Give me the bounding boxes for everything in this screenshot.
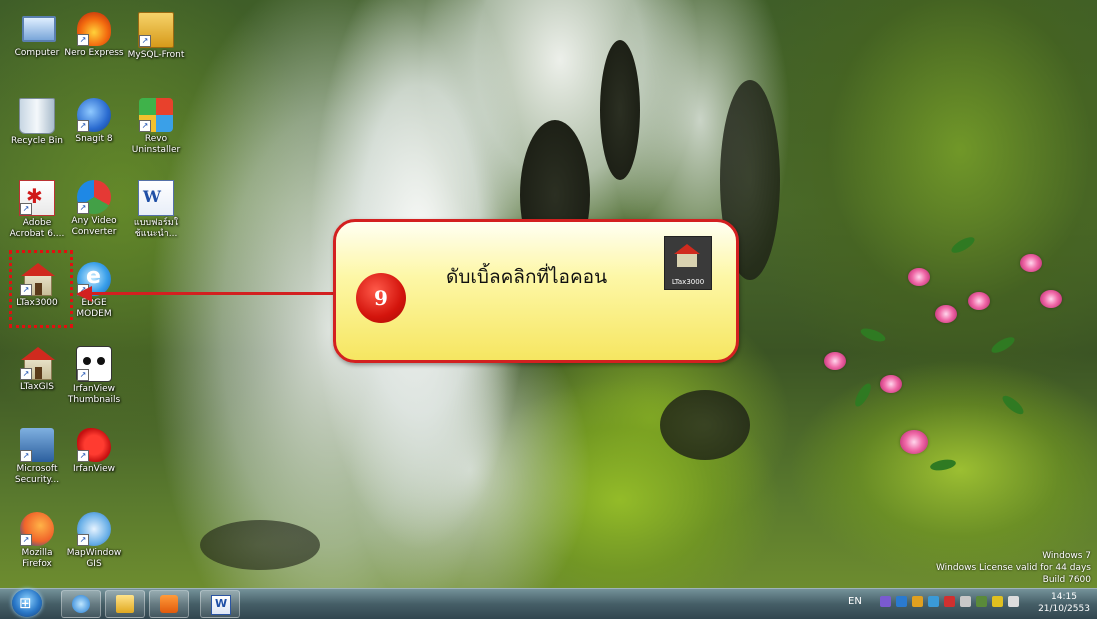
desktop-icon-label: Adobe Acrobat 6.... (9, 218, 65, 239)
desktop-icon-adobe-acrobat[interactable]: ↗ Adobe Acrobat 6.... (6, 180, 68, 240)
desktop-icon-irfanview[interactable]: ↗ IrfanView (63, 428, 125, 475)
volume-icon[interactable] (1008, 596, 1019, 607)
recycle-bin-icon (19, 98, 55, 134)
internet-explorer-icon (72, 595, 90, 613)
system-clock[interactable]: 14:15 21/10/2553 (1036, 591, 1092, 615)
firefox-icon: ↗ (20, 512, 54, 546)
snagit-icon: ↗ (77, 98, 111, 132)
desktop-icon-recycle-bin[interactable]: Recycle Bin (6, 98, 68, 147)
desktop-icon-label: Microsoft Security... (14, 464, 60, 485)
nero-icon: ↗ (77, 12, 111, 46)
desktop-icon-mozilla-firefox[interactable]: ↗ Mozilla Firefox (6, 512, 68, 570)
desktop-icon-ltaxgis[interactable]: ↗ LTaxGIS (6, 346, 68, 393)
taskbar-explorer[interactable] (105, 590, 145, 618)
desktop-icon-label: Recycle Bin (11, 136, 63, 146)
watermark-license: Windows License valid for 44 days (935, 563, 1091, 573)
bluetooth-icon[interactable] (896, 596, 907, 607)
word-document-icon (138, 180, 174, 216)
tray-app-icon[interactable] (880, 596, 891, 607)
desktop-icon-word-document[interactable]: แบบฟอร์มใ ช้แนะนำ... (125, 180, 187, 240)
callout-icon-caption: LTax3000 (671, 278, 705, 286)
mapwindow-icon: ↗ (77, 512, 111, 546)
taskbar-word[interactable] (200, 590, 240, 618)
desktop-icon-nero-express[interactable]: ↗ Nero Express (63, 12, 125, 59)
desktop-icon-label: Nero Express (64, 48, 124, 58)
acrobat-icon: ↗ (19, 180, 55, 216)
language-indicator[interactable]: EN (848, 596, 862, 607)
warning-icon[interactable] (992, 596, 1003, 607)
computer-icon (20, 12, 56, 46)
tray-app-icon[interactable] (960, 596, 971, 607)
desktop-icon-snagit[interactable]: ↗ Snagit 8 (63, 98, 125, 145)
desktop-icon-label: แบบฟอร์มใ ช้แนะนำ... (133, 218, 179, 239)
media-player-icon (160, 595, 178, 613)
video-converter-icon: ↗ (77, 180, 111, 214)
clock-time: 14:15 (1051, 592, 1077, 602)
desktop-icon-microsoft-security[interactable]: ↗ Microsoft Security... (6, 428, 68, 486)
ltax3000-highlight-box (9, 250, 73, 328)
desktop-icon-label: Mozilla Firefox (21, 548, 53, 569)
desktop-icon-any-video-converter[interactable]: ↗ Any Video Converter (63, 180, 125, 238)
desktop-icon-label: Revo Uninstaller (131, 134, 181, 155)
step-number-badge: 9 (356, 273, 406, 323)
revo-uninstaller-icon: ↗ (139, 98, 173, 132)
desktop-icon-irfanview-thumbnails[interactable]: ↗ IrfanView Thumbnails (63, 346, 125, 406)
mysql-front-icon: ↗ (138, 12, 174, 48)
callout-pointer-line (90, 292, 334, 295)
desktop-icon-mysql-front[interactable]: ↗ MySQL-Front (125, 12, 187, 61)
callout-pointer-arrowhead (76, 286, 92, 302)
desktop-icon-label: LTaxGIS (20, 382, 54, 392)
tray-app-icon[interactable] (912, 596, 923, 607)
watermark-build: Build 7600 (1042, 575, 1091, 585)
windows-logo-icon: ⊞ (19, 594, 32, 612)
desktop-icon-mapwindow-gis[interactable]: ↗ MapWindow GIS (63, 512, 125, 570)
desktop-icon-label: IrfanView Thumbnails (67, 384, 121, 405)
taskbar-internet-explorer[interactable] (61, 590, 101, 618)
desktop-icon-computer[interactable]: Computer (6, 12, 68, 59)
action-center-flag-icon[interactable] (944, 596, 955, 607)
instruction-text: ดับเบิ้ลคลิกที่ไอคอน (446, 266, 608, 288)
clock-date: 21/10/2553 (1038, 604, 1090, 614)
callout-ltax3000-icon: LTax3000 (664, 236, 712, 290)
desktop-icon-label: Snagit 8 (75, 134, 113, 144)
irfanview-icon: ↗ (77, 428, 111, 462)
network-icon[interactable] (976, 596, 987, 607)
desktop-icon-revo-uninstaller[interactable]: ↗ Revo Uninstaller (125, 98, 187, 156)
microsoft-security-icon: ↗ (20, 428, 54, 462)
windows-watermark: Windows 7 Windows License valid for 44 d… (936, 550, 1091, 586)
ltaxgis-icon: ↗ (20, 346, 55, 380)
irfanview-thumbnails-icon: ↗ (76, 346, 112, 382)
desktop-icon-label: Any Video Converter (71, 216, 117, 237)
folder-icon (116, 595, 134, 613)
desktop-icon-label: MySQL-Front (127, 50, 185, 60)
watermark-os: Windows 7 (1042, 551, 1091, 561)
desktop-icon-label: IrfanView (72, 464, 116, 474)
word-icon (211, 595, 231, 615)
desktop-icon-label: MapWindow GIS (66, 548, 122, 569)
desktop-icon-label: Computer (14, 48, 60, 58)
tray-app-icon[interactable] (928, 596, 939, 607)
start-button[interactable]: ⊞ (12, 589, 42, 617)
taskbar-media-player[interactable] (149, 590, 189, 618)
